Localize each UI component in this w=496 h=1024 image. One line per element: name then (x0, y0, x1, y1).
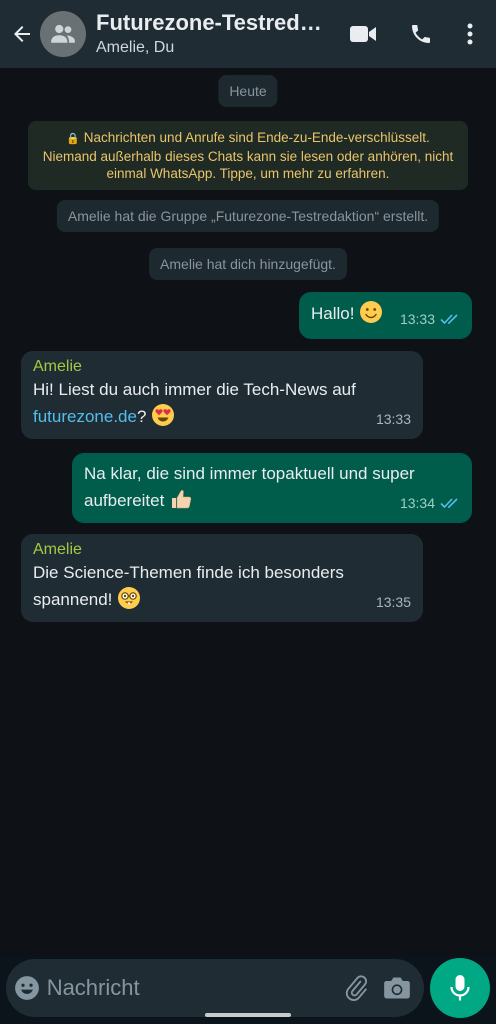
emoji-icon (15, 976, 40, 1000)
message-text: Die Science-Themen finde ich besonders s… (33, 563, 344, 609)
home-indicator[interactable] (205, 1013, 291, 1017)
encryption-notice[interactable]: 🔒 Nachrichten und Anrufe sind Ende-zu-En… (28, 121, 468, 190)
message-meta: 13:35 (376, 589, 411, 615)
video-call-icon (350, 26, 376, 42)
more-vert-icon (467, 23, 473, 45)
incoming-message[interactable]: Amelie Hi! Liest du auch immer die Tech-… (21, 351, 423, 439)
chat-title: Futurezone-Testredaktion (96, 10, 324, 35)
message-text: Hallo! (311, 304, 355, 323)
sender-name: Amelie (33, 541, 82, 558)
mic-icon (450, 975, 470, 1001)
chat-title-block[interactable]: Futurezone-Testredaktion Amelie, Du (96, 10, 324, 58)
nerd-face-icon (118, 587, 141, 609)
message-meta: 13:33 (400, 306, 460, 332)
message-time: 13:35 (375, 594, 411, 610)
message-composer (6, 959, 424, 1017)
chat-participants: Amelie, Du (96, 39, 175, 56)
message-time: 13:34 (399, 495, 435, 511)
message-meta: 13:33 (376, 406, 411, 432)
camera-icon (384, 977, 411, 999)
voice-message-button[interactable] (430, 958, 490, 1018)
encryption-notice-text: Nachrichten und Anrufe sind Ende-zu-Ende… (42, 130, 454, 181)
message-meta: 13:34 (400, 490, 460, 516)
slightly-smiling-face-icon (360, 301, 383, 323)
group-avatar-icon (51, 24, 75, 43)
message-input[interactable] (46, 975, 335, 1001)
chat-header: Futurezone-Testredaktion Amelie, Du (0, 0, 496, 68)
message-text: Na klar, die sind immer topaktuell und s… (84, 464, 415, 510)
message-time: 13:33 (399, 311, 435, 327)
voice-call-icon (412, 25, 430, 43)
back-arrow-icon (14, 26, 30, 42)
emoji-button[interactable] (8, 959, 47, 1017)
camera-button[interactable] (376, 959, 418, 1017)
lock-icon: 🔒 (66, 133, 80, 145)
attach-button[interactable] (335, 959, 377, 1017)
more-options-button[interactable] (450, 0, 490, 68)
system-message: Amelie hat die Gruppe „Futurezone-Testre… (56, 200, 440, 232)
avatar[interactable] (40, 11, 86, 57)
message-text: Hi! Liest du auch immer die Tech-News au… (33, 380, 356, 399)
date-label: Heute (218, 75, 278, 107)
system-message: Amelie hat dich hinzugefügt. (149, 248, 347, 280)
incoming-message[interactable]: Amelie Die Science-Themen finde ich beso… (21, 534, 423, 622)
thumbs-up-icon (172, 490, 192, 509)
double-check-icon (440, 498, 458, 509)
double-check-icon (440, 314, 458, 325)
message-text-suffix: ? (136, 407, 147, 426)
video-call-button[interactable] (334, 0, 392, 68)
back-button[interactable] (4, 0, 40, 68)
voice-call-button[interactable] (392, 0, 450, 68)
heart-eyes-face-icon (152, 404, 175, 426)
chat-area[interactable]: Heute 🔒 Nachrichten und Anrufe sind Ende… (0, 68, 496, 956)
sender-name: Amelie (33, 358, 82, 375)
outgoing-message[interactable]: Na klar, die sind immer topaktuell und s… (72, 453, 472, 523)
message-time: 13:33 (375, 411, 411, 427)
message-link[interactable]: futurezone.de (33, 407, 137, 426)
attach-icon (345, 975, 367, 1001)
outgoing-message[interactable]: Hallo! 13:33 (299, 292, 472, 339)
header-actions (334, 0, 496, 68)
